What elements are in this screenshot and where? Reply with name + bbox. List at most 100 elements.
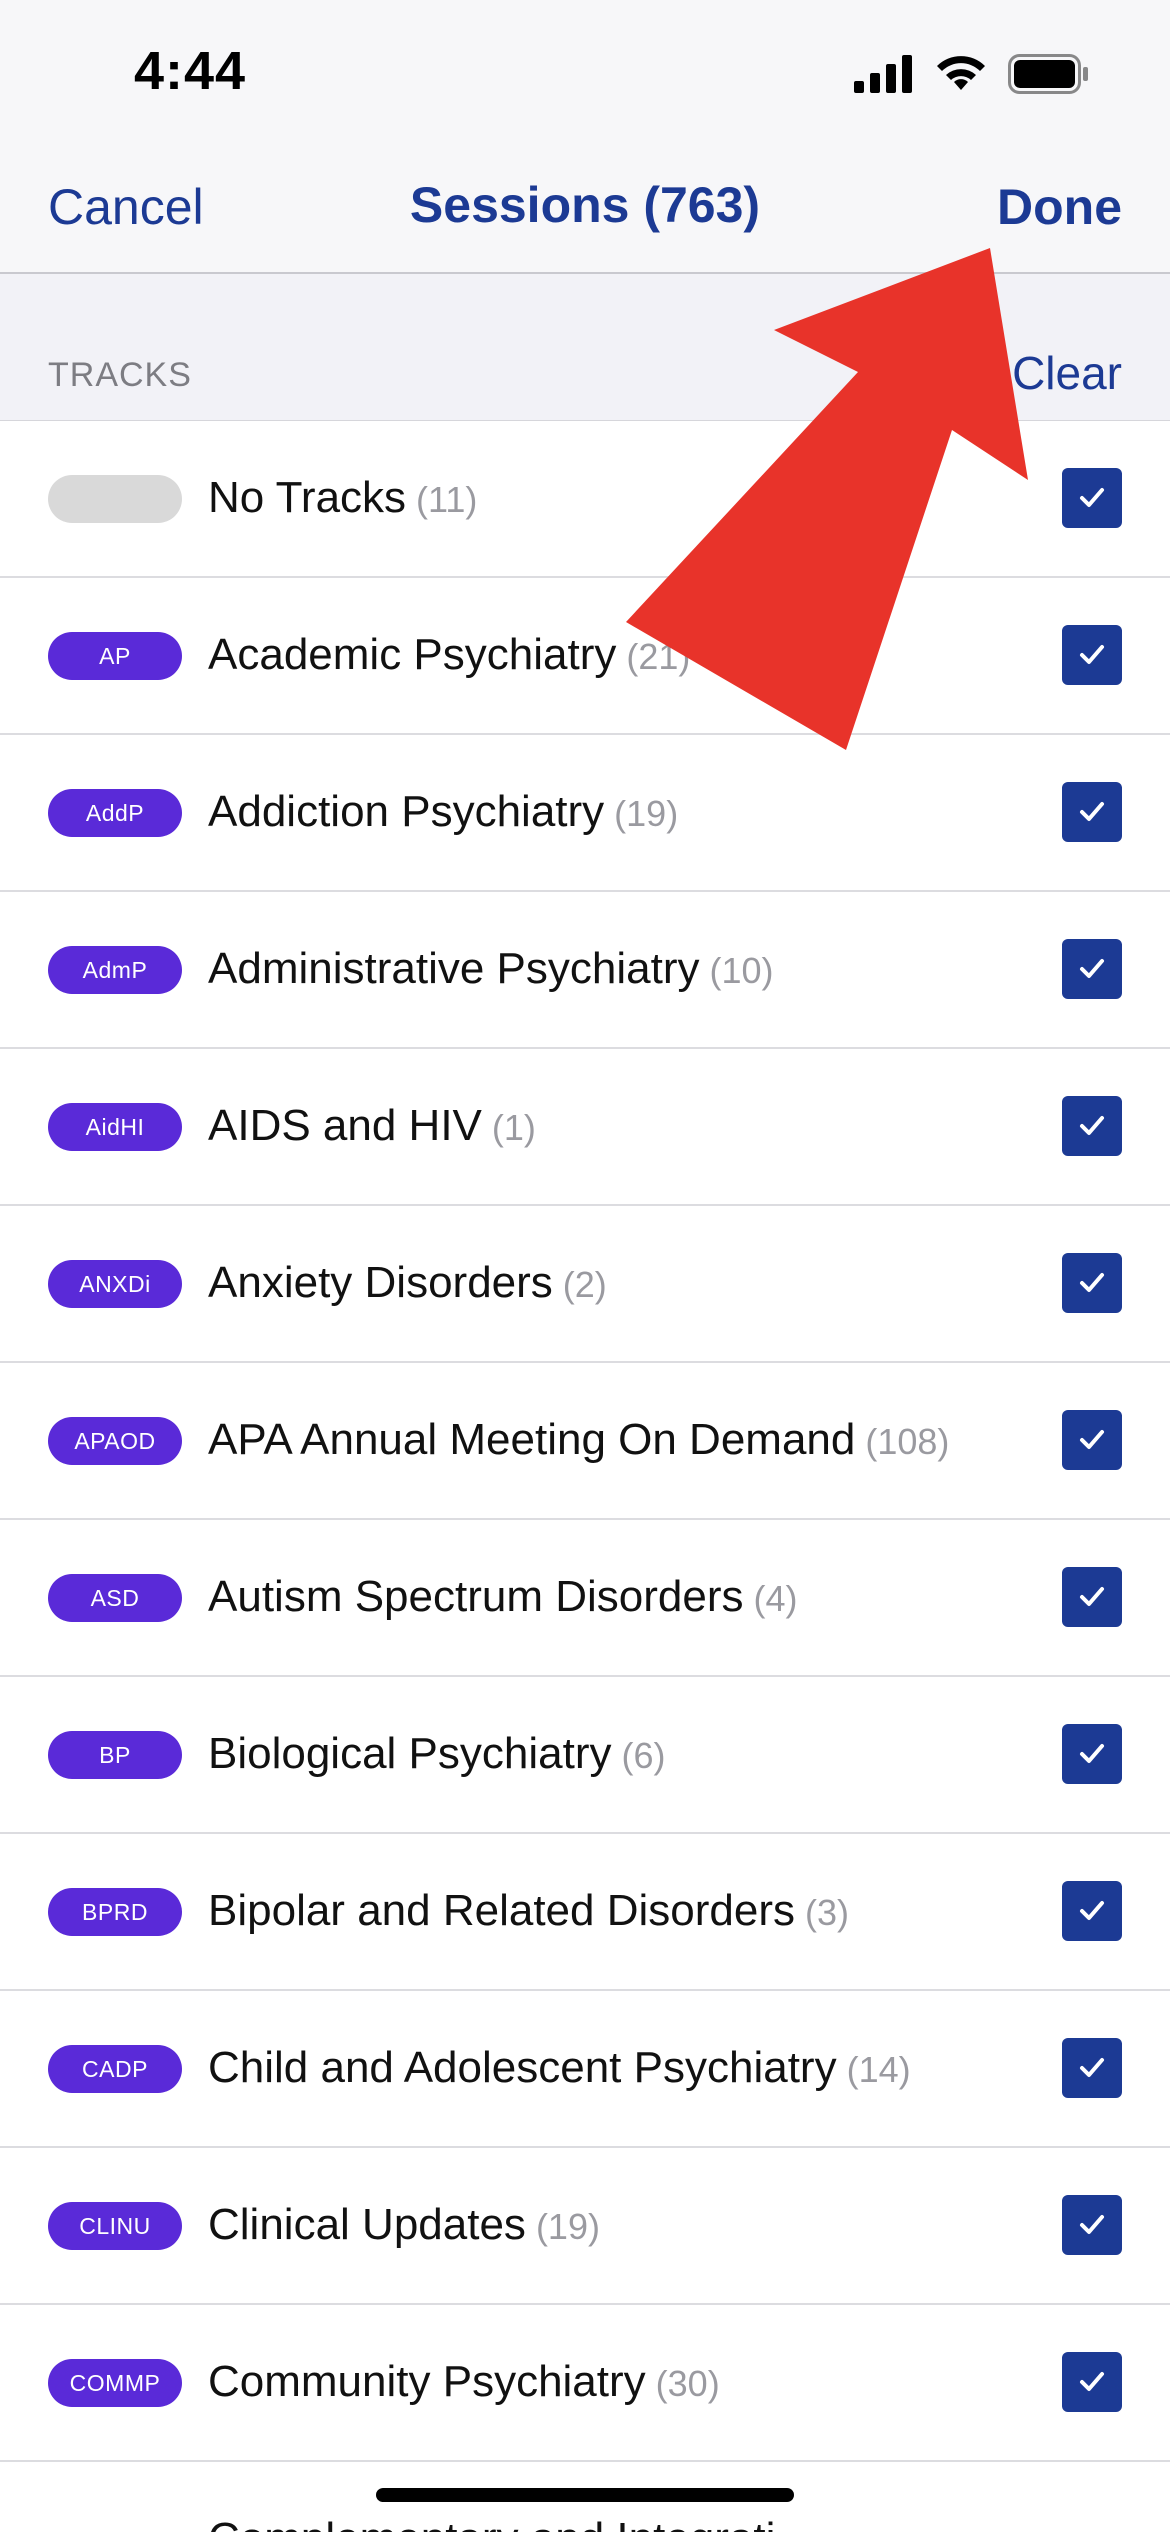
track-count: (10) xyxy=(709,950,774,991)
checkmark-icon xyxy=(1080,2058,1104,2077)
track-label: APA Annual Meeting On Demand (108) xyxy=(208,1415,949,1465)
track-count: (3) xyxy=(804,1892,849,1933)
track-count: (4) xyxy=(753,1578,798,1619)
checkmark-icon xyxy=(1080,2372,1104,2391)
track-name: Child and Adolescent Psychiatry xyxy=(208,2043,837,2092)
track-row[interactable]: CLINU Clinical Updates (19) xyxy=(0,2148,1170,2305)
checkmark-icon xyxy=(1080,959,1104,978)
checkmark-icon xyxy=(1080,645,1104,664)
cellular-signal-icon xyxy=(854,55,914,98)
checkbox-checked[interactable] xyxy=(1062,1567,1122,1627)
track-label: Child and Adolescent Psychiatry (14) xyxy=(208,2043,911,2093)
track-row[interactable]: No Tracks (11) xyxy=(0,421,1170,578)
track-count: (30) xyxy=(655,2363,720,2404)
track-list: No Tracks (11) AP Academic Psychiatry (21) Ad… xyxy=(0,421,1170,2532)
checkbox-checked[interactable] xyxy=(1062,782,1122,842)
track-count: (21) xyxy=(626,636,691,677)
track-count: (6) xyxy=(621,1735,666,1776)
track-row[interactable]: COMMP Community Psychiatry (30) xyxy=(0,2305,1170,2462)
track-name: Administrative Psychiatry xyxy=(208,944,700,993)
track-name: Autism Spectrum Disorders xyxy=(208,1572,744,1621)
checkmark-icon xyxy=(1080,2215,1104,2234)
checkbox-checked[interactable] xyxy=(1062,2038,1122,2098)
track-label: Academic Psychiatry (21) xyxy=(208,630,690,680)
checkmark-icon xyxy=(1080,488,1104,507)
track-name: Addiction Psychiatry xyxy=(208,787,605,836)
track-label: Community Psychiatry (30) xyxy=(208,2357,720,2407)
checkbox-checked[interactable] xyxy=(1062,1410,1122,1470)
track-label: Clinical Updates (19) xyxy=(208,2200,600,2250)
checkbox-checked[interactable] xyxy=(1062,1096,1122,1156)
home-indicator xyxy=(376,2488,794,2502)
track-count: (19) xyxy=(614,793,679,834)
track-count: (108) xyxy=(865,1421,950,1462)
tracks-section-header: TRACKS Clear xyxy=(0,274,1170,422)
clear-button[interactable]: Clear xyxy=(1012,346,1122,400)
checkmark-icon xyxy=(1080,1744,1104,1763)
checkmark-icon xyxy=(1080,1273,1104,1292)
track-label: Anxiety Disorders (2) xyxy=(208,1258,607,1308)
track-row[interactable]: CADP Child and Adolescent Psychiatry (14) xyxy=(0,1991,1170,2148)
track-row[interactable]: AP Academic Psychiatry (21) xyxy=(0,578,1170,735)
checkmark-icon xyxy=(1080,1901,1104,1920)
track-badge: APAOD xyxy=(48,1417,182,1465)
track-label: Addiction Psychiatry (19) xyxy=(208,787,678,837)
section-title: TRACKS xyxy=(48,356,192,394)
track-row[interactable]: BPRD Bipolar and Related Disorders (3) xyxy=(0,1834,1170,1991)
track-row[interactable]: ANXDi Anxiety Disorders (2) xyxy=(0,1206,1170,1363)
track-name: No Tracks xyxy=(208,473,407,522)
screen: 4:44 Cancel Sessions (763) Done TRACKS C… xyxy=(0,0,1170,2532)
track-name: Clinical Updates xyxy=(208,2200,526,2249)
track-name: AIDS and HIV xyxy=(208,1101,482,1150)
track-name: Bipolar and Related Disorders xyxy=(208,1886,795,1935)
track-row[interactable]: AdmP Administrative Psychiatry (10) xyxy=(0,892,1170,1049)
checkbox-checked[interactable] xyxy=(1062,2195,1122,2255)
checkbox-checked[interactable] xyxy=(1062,1253,1122,1313)
checkbox-checked[interactable] xyxy=(1062,468,1122,528)
track-label: Biological Psychiatry (6) xyxy=(208,1729,666,1779)
track-row[interactable]: AddP Addiction Psychiatry (19) xyxy=(0,735,1170,892)
track-name: Anxiety Disorders xyxy=(208,1258,553,1307)
track-badge: CLINU xyxy=(48,2202,182,2250)
track-row[interactable]: AidHI AIDS and HIV (1) xyxy=(0,1049,1170,1206)
nav-bar: Cancel Sessions (763) Done xyxy=(0,150,1170,274)
checkbox-checked[interactable] xyxy=(1062,2352,1122,2412)
status-time: 4:44 xyxy=(134,41,247,101)
track-name: Community Psychiatry xyxy=(208,2357,646,2406)
checkbox-checked[interactable] xyxy=(1062,1724,1122,1784)
track-badge: CADP xyxy=(48,2045,182,2093)
track-count: (2) xyxy=(562,1264,607,1305)
track-badge: COMMP xyxy=(48,2359,182,2407)
track-label: Complementary and Integrati xyxy=(208,2514,775,2532)
track-badge: ASD xyxy=(48,1574,182,1622)
checkbox-checked[interactable] xyxy=(1062,1881,1122,1941)
wifi-icon xyxy=(934,54,988,99)
track-row[interactable]: ASD Autism Spectrum Disorders (4) xyxy=(0,1520,1170,1677)
track-row[interactable]: BP Biological Psychiatry (6) xyxy=(0,1677,1170,1834)
checkbox-checked[interactable] xyxy=(1062,625,1122,685)
track-label: Autism Spectrum Disorders (4) xyxy=(208,1572,797,1622)
done-button[interactable]: Done xyxy=(997,178,1122,236)
track-badge: AddP xyxy=(48,789,182,837)
page-title: Sessions (763) xyxy=(409,177,761,233)
status-icons xyxy=(854,54,1090,99)
track-name: Biological Psychiatry xyxy=(208,1729,612,1778)
track-count: (14) xyxy=(846,2049,911,2090)
track-label: Administrative Psychiatry (10) xyxy=(208,944,774,994)
status-bar: 4:44 xyxy=(0,0,1170,150)
track-label: Bipolar and Related Disorders (3) xyxy=(208,1886,849,1936)
track-count: (1) xyxy=(491,1107,536,1148)
track-badge: AP xyxy=(48,632,182,680)
track-badge: BP xyxy=(48,1731,182,1779)
track-row[interactable]: APAOD APA Annual Meeting On Demand (108) xyxy=(0,1363,1170,1520)
battery-icon xyxy=(1008,54,1090,99)
checkmark-icon xyxy=(1080,802,1104,821)
track-badge: AdmP xyxy=(48,946,182,994)
track-badge: ANXDi xyxy=(48,1260,182,1308)
checkbox-checked[interactable] xyxy=(1062,939,1122,999)
track-label: AIDS and HIV (1) xyxy=(208,1101,536,1151)
track-label: No Tracks (11) xyxy=(208,473,477,523)
track-count: (11) xyxy=(416,479,478,520)
track-badge: AidHI xyxy=(48,1103,182,1151)
track-name: Academic Psychiatry xyxy=(208,630,617,679)
